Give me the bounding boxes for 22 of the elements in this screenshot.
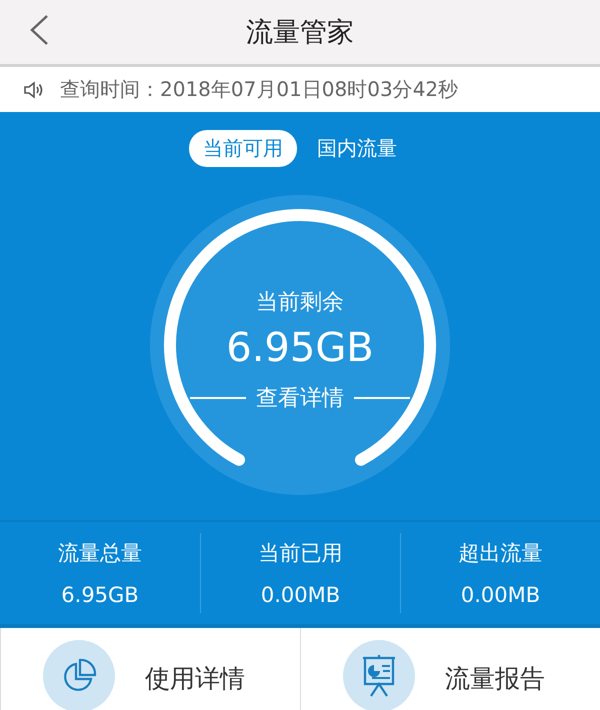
stat-value: 6.95GB (61, 583, 139, 607)
action-label: 使用详情 (145, 663, 245, 695)
window-title: 流量管家 (246, 16, 354, 50)
back-icon[interactable] (28, 14, 50, 46)
tab[interactable]: 国内流量 (303, 130, 411, 166)
tab[interactable]: 当前可用 (189, 130, 297, 166)
query-time-text: 查询时间：2018年07月01日08时03分42秒 (60, 76, 458, 103)
action-label: 流量报告 (445, 663, 545, 695)
action-item[interactable]: 使用详情 (0, 628, 300, 710)
pie-chart-icon (61, 658, 97, 694)
stat-label: 超出流量 (458, 540, 542, 567)
stat-value: 0.00MB (460, 583, 540, 607)
decorative-line (354, 397, 410, 399)
remaining-label: 当前剩余 (256, 289, 344, 317)
stat-label: 当前已用 (258, 540, 342, 567)
decorative-line (190, 397, 246, 399)
remaining-value: 6.95GB (226, 325, 374, 371)
action-item[interactable]: 流量报告 (300, 628, 600, 710)
details-link[interactable]: 查看详情 (256, 383, 344, 413)
stat-label: 流量总量 (58, 540, 142, 567)
stat-value: 0.00MB (260, 583, 340, 607)
speaker-icon (24, 80, 44, 98)
